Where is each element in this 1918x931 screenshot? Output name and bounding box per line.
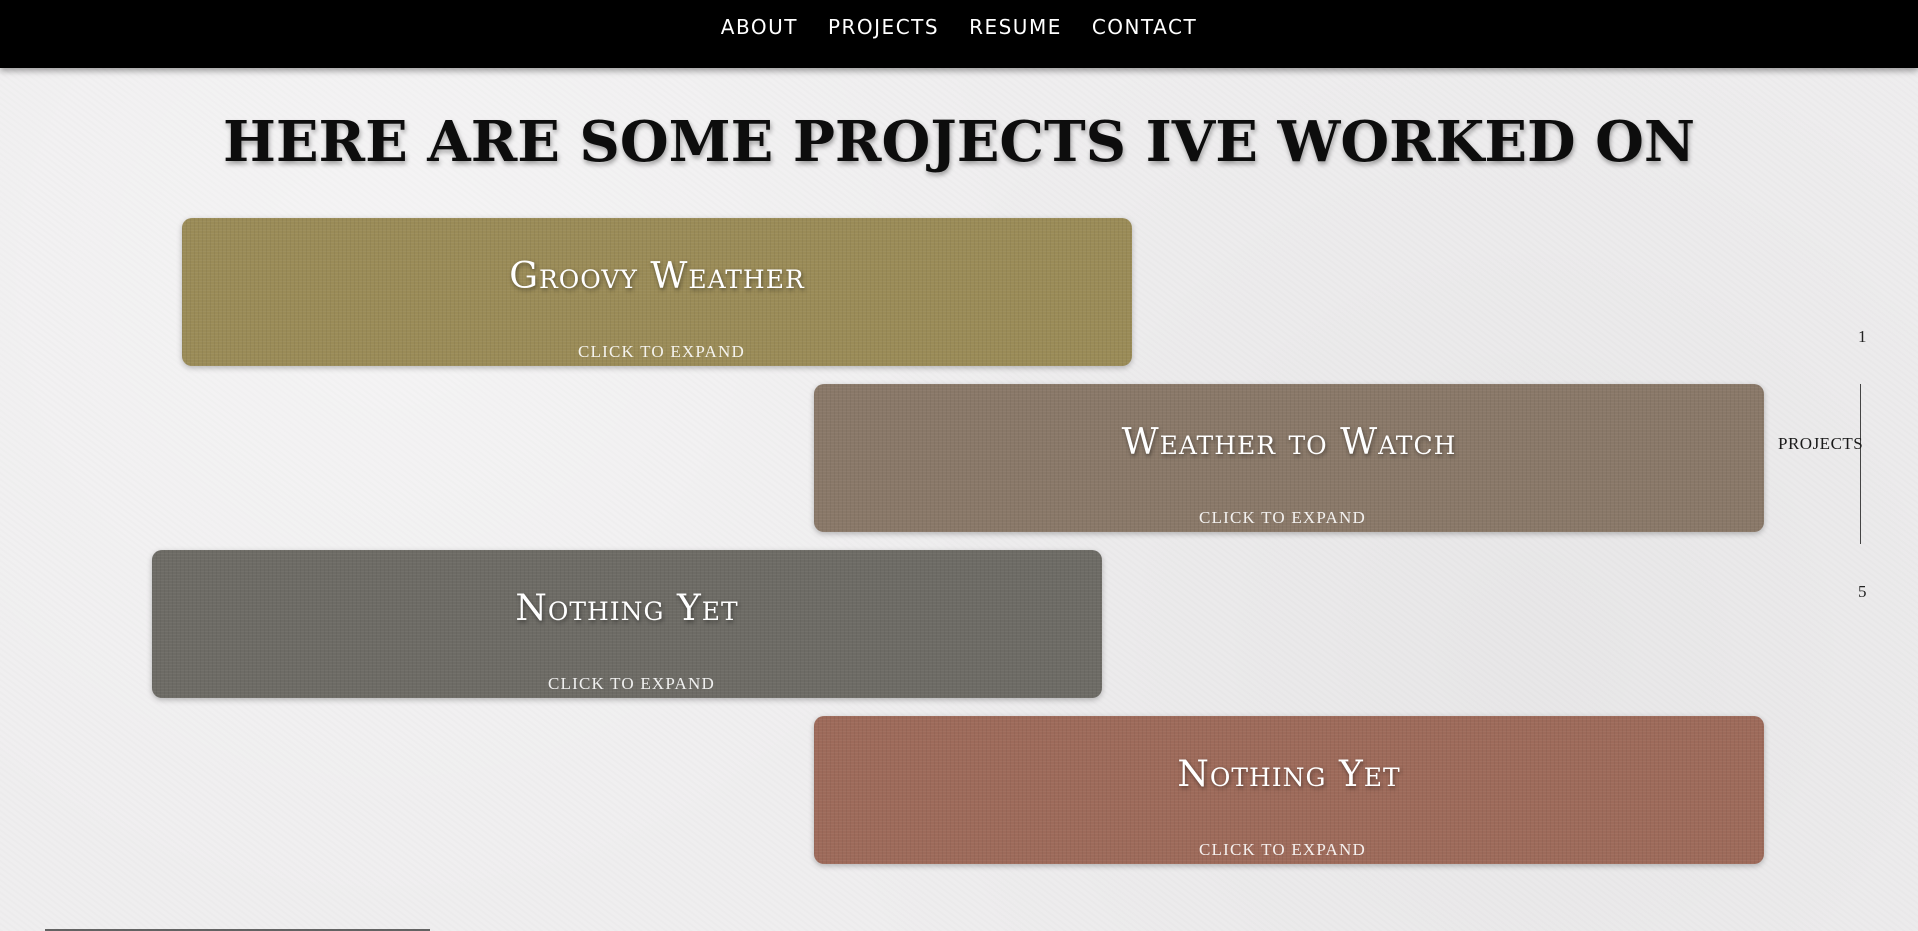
section-indicator-label[interactable]: PROJECTS xyxy=(1778,434,1863,454)
nav-contact-link[interactable]: CONTACT xyxy=(1092,15,1197,39)
project-card-expand-label[interactable]: CLICK TO EXPAND xyxy=(578,342,745,362)
nav-resume-link[interactable]: RESUME xyxy=(969,15,1062,39)
page-title: HERE ARE SOME PROJECTS IVE WORKED ON xyxy=(222,109,1696,175)
nav-menu: ABOUT PROJECTS RESUME CONTACT xyxy=(0,0,1918,54)
project-card-weather-to-watch[interactable]: Weather to Watch CLICK TO EXPAND xyxy=(814,384,1764,532)
project-card-nothing-yet-2[interactable]: Nothing Yet CLICK TO EXPAND xyxy=(814,716,1764,864)
nav-projects-link[interactable]: PROJECTS xyxy=(828,15,939,39)
project-card-expand-label[interactable]: CLICK TO EXPAND xyxy=(1199,508,1366,528)
section-indicator-line xyxy=(1860,384,1861,544)
project-card-expand-label[interactable]: CLICK TO EXPAND xyxy=(1199,840,1366,860)
project-card-nothing-yet-1[interactable]: Nothing Yet CLICK TO EXPAND xyxy=(152,550,1102,698)
project-card-expand-label[interactable]: CLICK TO EXPAND xyxy=(548,674,715,694)
project-card-title: Groovy Weather xyxy=(509,256,805,297)
section-indicator-start: 1 xyxy=(1858,327,1867,346)
project-card-title: Nothing Yet xyxy=(1177,754,1401,795)
section-indicator-end: 5 xyxy=(1858,582,1867,601)
project-card-groovy-weather[interactable]: Groovy Weather CLICK TO EXPAND xyxy=(182,218,1132,366)
project-card-title: Nothing Yet xyxy=(515,588,739,629)
top-navbar: ABOUT PROJECTS RESUME CONTACT xyxy=(0,0,1918,68)
nav-about-link[interactable]: ABOUT xyxy=(721,15,798,39)
project-card-title: Weather to Watch xyxy=(1121,422,1457,463)
